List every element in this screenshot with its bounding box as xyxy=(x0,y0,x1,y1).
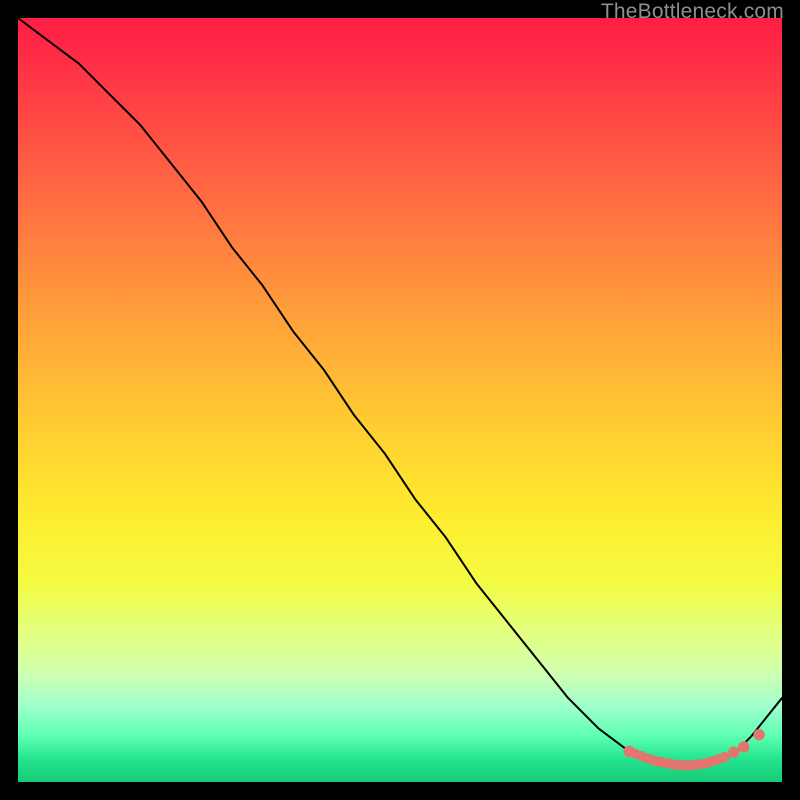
chart-stage: TheBottleneck.com xyxy=(0,0,800,800)
gradient-plot-area xyxy=(18,18,782,782)
highlight-dot xyxy=(729,747,739,757)
highlight-dot xyxy=(720,752,729,761)
highlight-dot xyxy=(754,729,764,739)
curve-svg xyxy=(18,18,782,782)
bottleneck-curve xyxy=(18,18,782,765)
highlight-dot xyxy=(739,742,749,752)
highlight-dot-group xyxy=(624,729,764,769)
